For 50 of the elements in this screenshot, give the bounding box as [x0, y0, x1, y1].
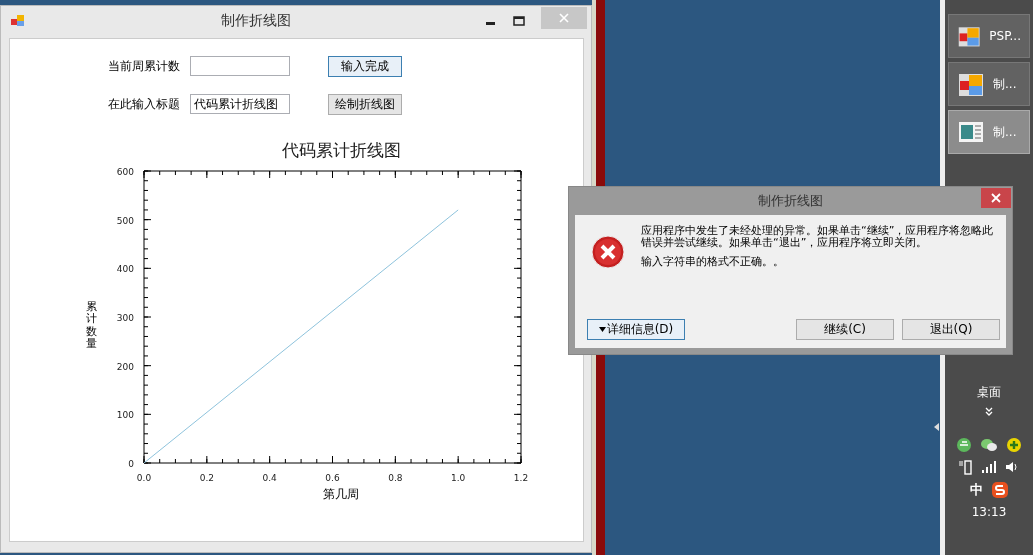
- clock[interactable]: 13:13: [971, 505, 1007, 519]
- field-label: 在此输入标题: [108, 95, 181, 113]
- input-method-icon[interactable]: [990, 481, 1009, 499]
- taskbar-item[interactable]: PSP...: [948, 14, 1030, 58]
- input-method-indicator[interactable]: 中: [969, 481, 983, 499]
- chart-title: 代码累计折线图: [280, 139, 402, 161]
- tick-label: 0.0: [136, 473, 152, 483]
- maximize-icon[interactable]: [513, 16, 525, 26]
- details-button[interactable]: 详细信息(D): [587, 319, 685, 340]
- axis-title: 累计数量: [86, 301, 97, 350]
- form-button[interactable]: 绘制折线图: [328, 93, 402, 115]
- tick-label: 0.4: [262, 473, 277, 483]
- tick-label: 0: [128, 459, 134, 469]
- close-button[interactable]: [981, 188, 1011, 208]
- error-detail: 输入字符串的格式不正确。。: [641, 256, 785, 268]
- plus-icon[interactable]: [1006, 437, 1022, 453]
- caret-icon: [598, 327, 606, 332]
- tick-label: 500: [116, 215, 134, 226]
- dialog-title: 制作折线图: [757, 192, 824, 210]
- battery-icon[interactable]: [959, 459, 973, 475]
- axis-title: 第几周: [322, 486, 360, 503]
- chevron-icon[interactable]: [985, 407, 993, 417]
- dialog-button[interactable]: 继续(C): [796, 319, 894, 340]
- tick-label: 600: [116, 167, 134, 177]
- input-field[interactable]: [190, 56, 290, 76]
- error-message: 应用程序中发生了未经处理的异常。如果单击“继续”，应用程序将忽略此错误并尝试继续。如果单击“退出”，应用程序将立即关闭。: [641, 225, 994, 249]
- field-label: 当前周累计数: [108, 57, 181, 75]
- tick-label: 0.8: [388, 473, 403, 483]
- window-title: 制作折线图: [220, 12, 292, 30]
- tick-label: 1.2: [513, 473, 529, 483]
- tick-label: 0.2: [199, 473, 214, 483]
- signal-icon[interactable]: [981, 460, 997, 474]
- dialog-button[interactable]: 退出(Q): [902, 319, 1000, 340]
- close-icon: [559, 13, 569, 23]
- close-icon: [991, 193, 1001, 203]
- tick-label: 100: [116, 410, 134, 421]
- form-button[interactable]: 输入完成: [328, 55, 402, 77]
- chat-icon[interactable]: [980, 437, 998, 453]
- tick-label: 300: [116, 313, 134, 323]
- app-icon: [11, 14, 27, 28]
- speaker-icon[interactable]: [1005, 460, 1019, 474]
- input-field[interactable]: 代码累计折线图: [190, 94, 290, 114]
- desktop-label[interactable]: 桌面: [977, 384, 1001, 401]
- tick-label: 400: [116, 264, 134, 275]
- error-icon: [591, 235, 625, 269]
- tick-label: 1.0: [451, 473, 466, 483]
- taskbar-item[interactable]: 制...: [948, 62, 1030, 106]
- tick-label: 200: [116, 361, 134, 372]
- tick-label: 0.6: [325, 473, 340, 483]
- left-arrow-icon[interactable]: [934, 423, 940, 431]
